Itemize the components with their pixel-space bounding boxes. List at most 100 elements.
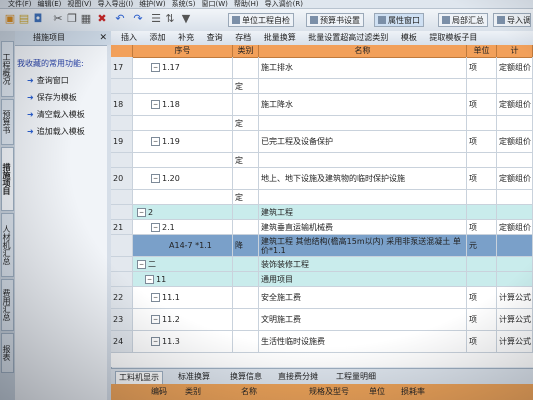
calc-cell[interactable]: 定额组价 <box>497 131 533 152</box>
seq-cell[interactable]: −1.20 <box>133 168 233 189</box>
row-number-cell[interactable]: 17 <box>111 57 133 78</box>
delete-icon[interactable]: ✖ <box>96 13 108 25</box>
table-row[interactable]: − 二 装饰装修工程 <box>111 257 533 272</box>
name-cell[interactable]: 建筑工程 其他结构(檐高15m以内) 采用非泵送混凝土 单价*1.1 <box>259 235 467 256</box>
row-number-cell[interactable] <box>111 205 133 219</box>
collapse-toggle-icon[interactable]: − <box>137 207 146 217</box>
seq-cell[interactable]: −11.1 <box>133 287 233 308</box>
table-row[interactable]: 21−2.1 建筑垂直运输机械费项定额组价 <box>111 220 533 235</box>
cut-icon[interactable]: ✂ <box>52 13 64 25</box>
unit-cell[interactable] <box>467 272 497 286</box>
seq-cell[interactable]: −11.3 <box>133 331 233 352</box>
type-cell[interactable] <box>233 257 259 271</box>
row-number-cell[interactable]: 23 <box>111 309 133 330</box>
name-cell[interactable]: 施工排水 <box>259 57 467 78</box>
extract-template-button[interactable]: 提取模板子目 <box>429 33 477 42</box>
collapse-toggle-icon[interactable]: − <box>151 174 160 183</box>
list-icon[interactable]: ☰ <box>150 13 162 25</box>
seq-cell[interactable]: − 二 <box>133 257 233 271</box>
calc-cell[interactable] <box>497 116 533 130</box>
row-number-cell[interactable]: 22 <box>111 287 133 308</box>
type-cell[interactable]: 定 <box>233 190 259 204</box>
unit-cell[interactable] <box>467 116 497 130</box>
collapse-toggle-icon[interactable]: − <box>145 274 154 284</box>
row-number-cell[interactable] <box>111 257 133 271</box>
tab-budget[interactable]: 预算书 <box>1 99 14 145</box>
supplement-button[interactable]: 补充 <box>178 33 194 42</box>
name-cell[interactable]: 建筑工程 <box>259 205 467 219</box>
batch-height-filter-button[interactable]: 批量设置超高过滤类别 <box>308 33 388 42</box>
batch-convert-button[interactable]: 批量换算 <box>264 33 296 42</box>
table-row[interactable]: 17−1.17 施工排水项定额组价 <box>111 57 533 79</box>
table-row[interactable]: 24−11.3 生活性临时设施费项计算公式 <box>111 331 533 353</box>
seq-cell[interactable]: −2 <box>133 205 233 219</box>
type-cell[interactable] <box>233 287 259 308</box>
row-number-cell[interactable]: 19 <box>111 131 133 152</box>
name-cell[interactable]: 安全施工费 <box>259 287 467 308</box>
tab-project-overview[interactable]: 工程概况 <box>1 41 14 97</box>
seq-cell[interactable]: −2.1 <box>133 220 233 234</box>
collapse-toggle-icon[interactable]: − <box>137 259 146 269</box>
filter-icon[interactable]: ▼ <box>180 13 192 25</box>
unit-cell[interactable]: 项 <box>467 220 497 234</box>
type-cell[interactable]: 定 <box>233 116 259 130</box>
partial-summary-button[interactable]: 局部汇总 <box>438 13 488 27</box>
budget-settings-button[interactable]: 预算书设置 <box>306 13 364 27</box>
table-row[interactable]: A14-7 *1.1 降建筑工程 其他结构(檐高15m以内) 采用非泵送混凝土 单… <box>111 235 533 257</box>
name-cell[interactable]: 装饰装修工程 <box>259 257 467 271</box>
name-cell[interactable]: 生活性临时设施费 <box>259 331 467 352</box>
name-cell[interactable]: 文明施工费 <box>259 309 467 330</box>
table-row[interactable]: 定 <box>111 190 533 205</box>
calc-cell[interactable]: 计算公式 <box>497 287 533 308</box>
table-row[interactable]: 定 <box>111 116 533 131</box>
name-cell[interactable]: 通用项目 <box>259 272 467 286</box>
menu-view[interactable]: 视图(V) <box>67 0 91 8</box>
seq-cell[interactable] <box>133 190 233 204</box>
menu-file[interactable]: 文件(F) <box>8 0 32 8</box>
name-cell[interactable]: 建筑垂直运输机械费 <box>259 220 467 234</box>
calc-cell[interactable] <box>497 205 533 219</box>
type-cell[interactable] <box>233 131 259 152</box>
self-check-button[interactable]: 单位工程自检 <box>228 13 294 27</box>
seq-cell[interactable]: A14-7 *1.1 <box>133 235 233 256</box>
calc-cell[interactable] <box>497 190 533 204</box>
menu-import-price[interactable]: 导入调价(R) <box>265 0 303 8</box>
copy-icon[interactable]: ❐ <box>66 13 78 25</box>
unit-cell[interactable]: 项 <box>467 57 497 78</box>
tab-conversion-info[interactable]: 换算信息 <box>227 371 265 383</box>
redo-icon[interactable]: ↷ <box>132 13 144 25</box>
calc-cell[interactable] <box>497 235 533 256</box>
type-cell[interactable] <box>233 309 259 330</box>
unit-cell[interactable] <box>467 205 497 219</box>
collapse-toggle-icon[interactable]: − <box>151 315 160 324</box>
calc-cell[interactable] <box>497 153 533 167</box>
name-cell[interactable] <box>259 190 467 204</box>
collapse-toggle-icon[interactable]: − <box>151 100 160 109</box>
property-window-button[interactable]: 属性窗口 <box>374 13 424 27</box>
row-number-cell[interactable] <box>111 235 133 256</box>
unit-cell[interactable]: 项 <box>467 331 497 352</box>
name-cell[interactable] <box>259 153 467 167</box>
sort-icon[interactable]: ⇅ <box>164 13 176 25</box>
row-number-cell[interactable]: 24 <box>111 331 133 352</box>
add-button[interactable]: 添加 <box>150 33 166 42</box>
tab-quantity-details[interactable]: 工程量明细 <box>333 371 379 383</box>
calc-cell[interactable]: 定额组价 <box>497 220 533 234</box>
unit-cell[interactable]: 项 <box>467 309 497 330</box>
seq-cell[interactable] <box>133 79 233 93</box>
collapse-toggle-icon[interactable]: − <box>151 137 160 146</box>
tab-cost-summary[interactable]: 费用汇总 <box>1 279 14 331</box>
name-cell[interactable]: 已完工程及设备保护 <box>259 131 467 152</box>
row-number-cell[interactable] <box>111 79 133 93</box>
tab-measures[interactable]: 措施项目 <box>1 147 14 211</box>
table-row[interactable]: 定 <box>111 79 533 94</box>
row-number-cell[interactable]: 21 <box>111 220 133 234</box>
import-price-button[interactable]: 导入调价 <box>493 13 531 27</box>
menu-edit[interactable]: 编辑(E) <box>38 0 62 8</box>
undo-icon[interactable]: ↶ <box>114 13 126 25</box>
tab-direct-cost-share[interactable]: 直接费分摊 <box>275 371 321 383</box>
unit-cell[interactable]: 项 <box>467 168 497 189</box>
tab-standard-conversion[interactable]: 标准换算 <box>175 371 213 383</box>
lp-item-save-template[interactable]: ➜ 保存为模板 <box>27 92 77 103</box>
menu-maintain[interactable]: 维护(W) <box>139 0 165 8</box>
